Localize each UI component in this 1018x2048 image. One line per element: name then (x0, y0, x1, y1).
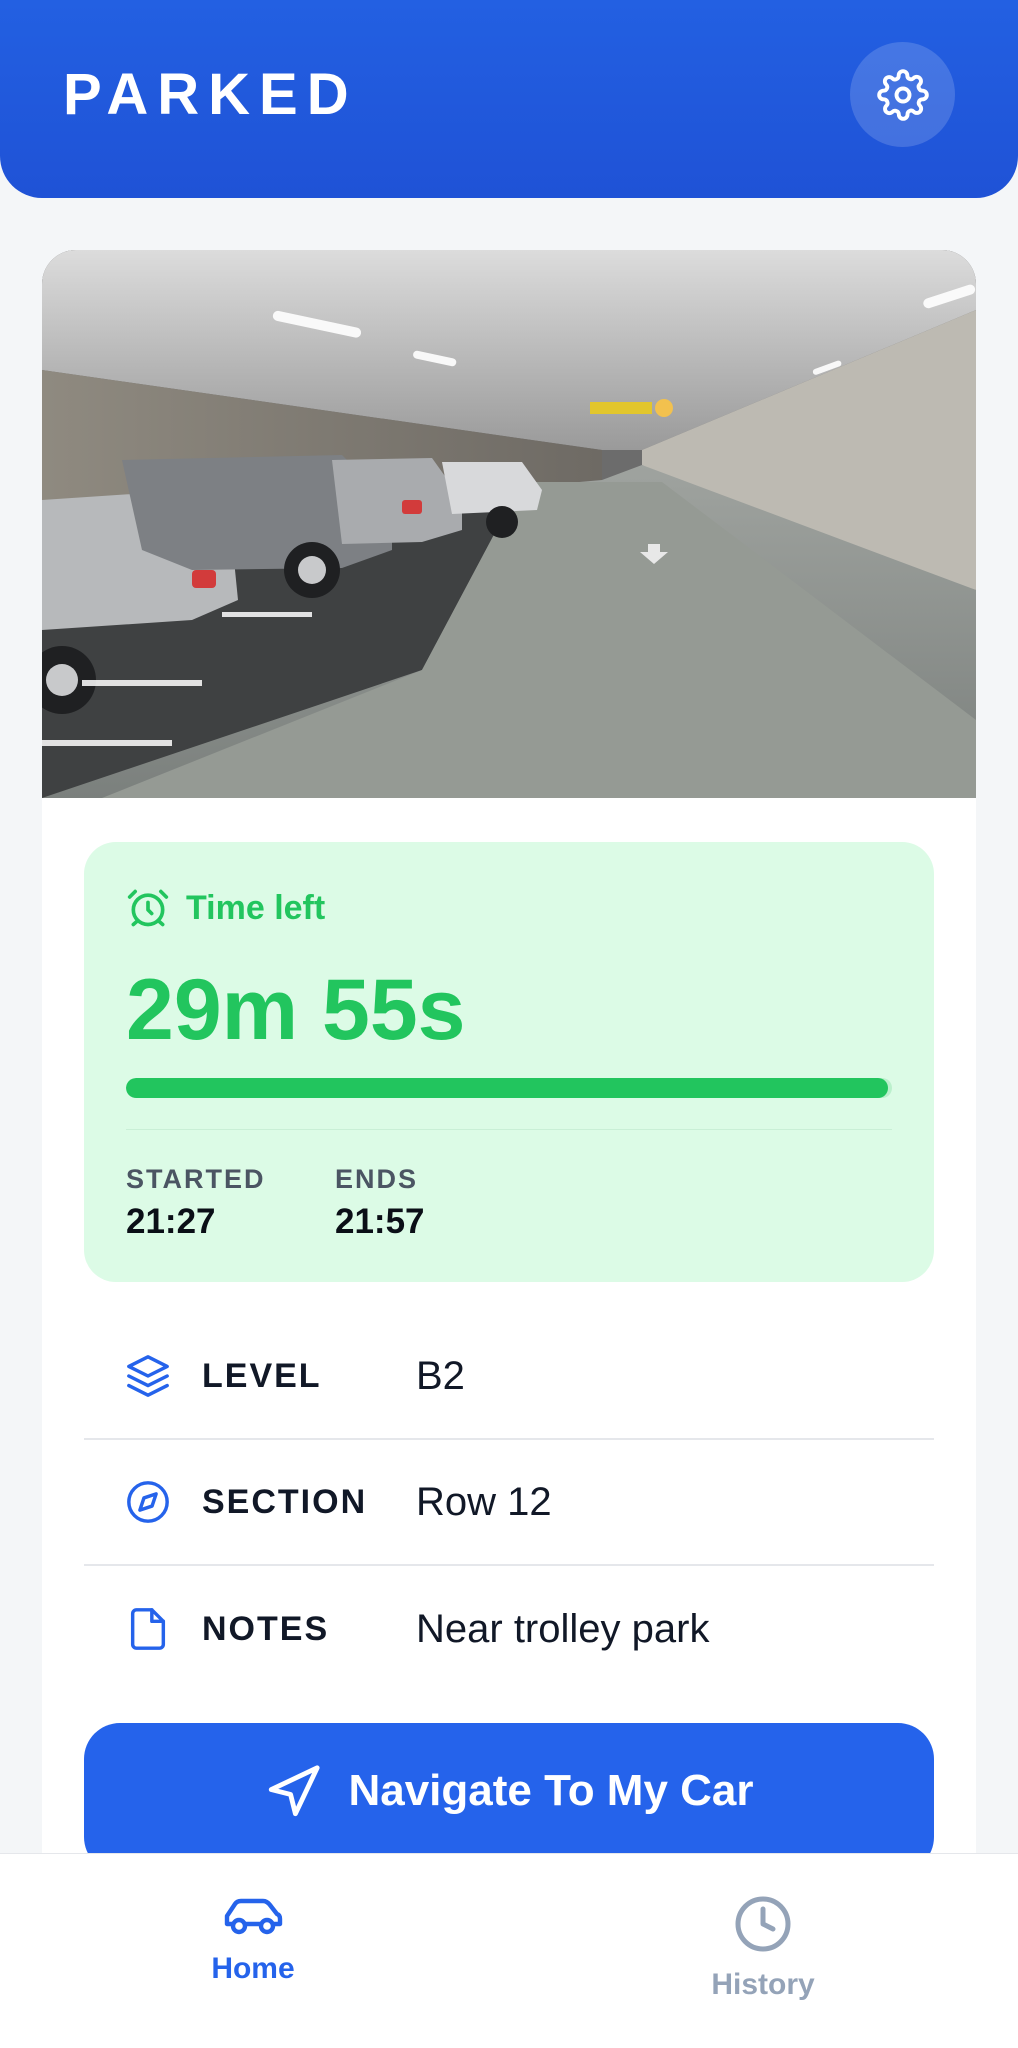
section-value: Row 12 (416, 1479, 552, 1524)
started-label: STARTED (126, 1164, 266, 1194)
started-block: STARTED 21:27 (126, 1162, 266, 1244)
notes-label: NOTES (202, 1609, 330, 1648)
alarm-clock-icon (127, 889, 169, 927)
detail-row-level: LEVEL B2 (84, 1314, 934, 1440)
time-progress-fill (126, 1078, 889, 1098)
timer-panel: Time left 29m 55s STARTED 21:27 ENDS 21:… (84, 842, 934, 1282)
navigation-arrow-icon (269, 1765, 321, 1817)
compass-icon (124, 1478, 172, 1526)
time-remaining: 29m 55s (126, 962, 466, 1058)
ends-block: ENDS 21:57 (335, 1162, 425, 1244)
detail-row-notes: NOTES Near trolley park (84, 1566, 934, 1692)
gear-icon (876, 68, 929, 121)
parking-card: Time left 29m 55s STARTED 21:27 ENDS 21:… (42, 250, 976, 1890)
ends-label: ENDS (335, 1164, 419, 1194)
tab-home[interactable]: Home (153, 1894, 353, 1986)
started-time: 21:27 (126, 1202, 216, 1241)
timer-divider (126, 1129, 892, 1130)
ends-time: 21:57 (335, 1202, 425, 1241)
app-title: PARKED (63, 62, 358, 127)
layers-icon (124, 1352, 172, 1400)
section-label: SECTION (202, 1482, 368, 1521)
level-value: B2 (416, 1353, 465, 1398)
settings-button[interactable] (850, 42, 955, 147)
app-header: PARKED (0, 0, 1018, 198)
tab-home-label: Home (211, 1952, 295, 1985)
timer-header: Time left (126, 886, 325, 930)
detail-row-section: SECTION Row 12 (84, 1440, 934, 1566)
parking-garage-photo (42, 250, 976, 798)
clock-icon (735, 1896, 791, 1952)
car-icon (224, 1898, 283, 1935)
tab-history[interactable]: History (663, 1894, 863, 2002)
tab-history-label: History (711, 1968, 815, 2001)
notes-value: Near trolley park (416, 1606, 710, 1651)
navigate-to-car-button[interactable]: Navigate To My Car (84, 1723, 934, 1873)
navigate-button-label: Navigate To My Car (348, 1766, 754, 1815)
time-progress-bar (126, 1078, 892, 1098)
level-label: LEVEL (202, 1356, 322, 1395)
timer-label: Time left (186, 888, 326, 927)
note-icon (124, 1605, 172, 1653)
bottom-tab-bar: Home History (0, 1853, 1018, 2048)
